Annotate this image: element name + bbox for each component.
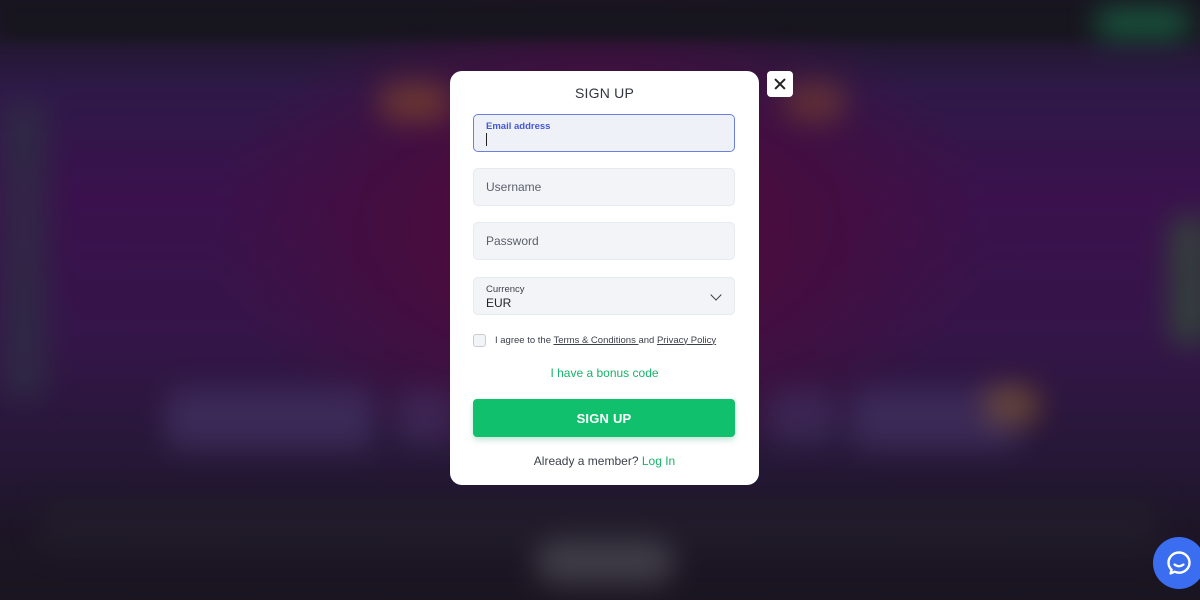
terms-conjunction: and xyxy=(638,334,657,346)
signup-modal: SIGN UP Email address Currency EUR I agr… xyxy=(450,71,759,485)
chat-button[interactable] xyxy=(1153,537,1200,589)
signup-button[interactable]: SIGN UP xyxy=(473,399,735,437)
currency-select[interactable]: Currency EUR xyxy=(473,277,735,315)
login-prompt: Already a member? Log In xyxy=(450,454,759,468)
email-label: Email address xyxy=(486,121,551,132)
chat-icon xyxy=(1167,551,1191,575)
privacy-link[interactable]: Privacy Policy xyxy=(657,335,716,346)
terms-link[interactable]: Terms & Conditions xyxy=(553,335,638,346)
username-field[interactable] xyxy=(473,168,735,206)
email-field[interactable]: Email address xyxy=(473,114,735,152)
password-field[interactable] xyxy=(473,222,735,260)
terms-checkbox[interactable] xyxy=(473,333,486,347)
text-caret xyxy=(486,133,487,146)
member-text: Already a member? xyxy=(533,454,639,468)
currency-value: EUR xyxy=(486,296,512,310)
login-link[interactable]: Log In xyxy=(642,454,675,468)
username-input[interactable] xyxy=(474,169,734,205)
close-button[interactable] xyxy=(767,71,793,97)
terms-text: I agree to the Terms & Conditions and Pr… xyxy=(495,335,716,346)
terms-agreement: I agree to the Terms & Conditions and Pr… xyxy=(473,333,716,347)
currency-label: Currency xyxy=(486,284,525,295)
terms-prefix: I agree to the xyxy=(495,334,554,346)
bonus-code-link[interactable]: I have a bonus code xyxy=(450,366,759,380)
chevron-down-icon xyxy=(710,289,722,301)
modal-title: SIGN UP xyxy=(575,85,634,101)
password-input[interactable] xyxy=(474,223,734,259)
